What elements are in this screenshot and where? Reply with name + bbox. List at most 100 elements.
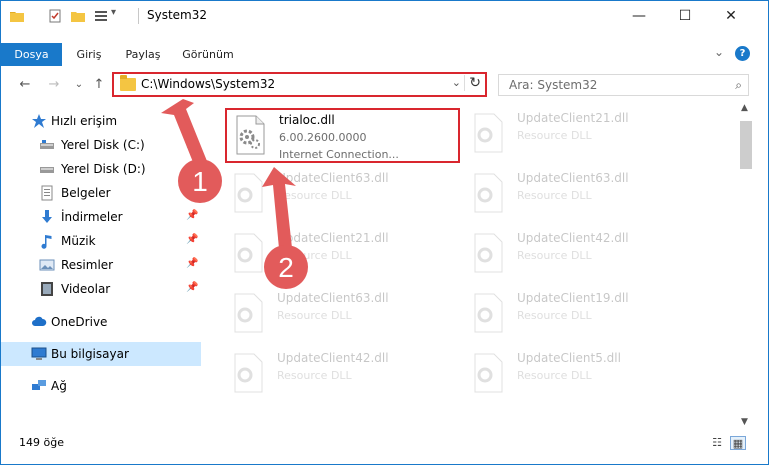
sidebar-item-label: Resimler	[61, 258, 114, 272]
large-icons-view-icon[interactable]: ▦	[730, 436, 746, 450]
refresh-button[interactable]: ↻	[464, 75, 481, 91]
file-type: Resource DLL	[517, 369, 592, 382]
search-input[interactable]: Ara: System32 ⌕	[498, 74, 749, 96]
sidebar-item-this-pc[interactable]: Bu bilgisayar	[1, 342, 201, 366]
scroll-up-icon[interactable]: ▲	[741, 103, 748, 113]
details-view-icon[interactable]: ☷	[709, 436, 725, 450]
pin-icon[interactable]: 📌	[186, 162, 198, 173]
sidebar-item-label: Videolar	[61, 282, 111, 296]
sidebar-item-label: Yerel Disk (C:)	[61, 138, 145, 152]
sidebar-item-local-disk-d[interactable]: Yerel Disk (D:) 📌	[1, 157, 201, 181]
tab-home[interactable]: Giriş	[67, 43, 111, 66]
dll-file-icon	[474, 233, 503, 273]
list-item[interactable]: UpdateClient42.dll Resource DLL	[465, 228, 700, 283]
list-item[interactable]: UpdateClient42.dll Resource DLL	[225, 348, 460, 403]
dll-file-icon	[474, 173, 503, 213]
recent-locations-button[interactable]: ⌄	[71, 77, 87, 93]
quick-access-dropdown-icon[interactable]: ▾	[111, 7, 116, 23]
dll-file-icon	[236, 115, 265, 155]
search-icon: ⌕	[735, 78, 742, 92]
address-bar[interactable]: C:\Windows\System32 ⌄ ↻	[112, 72, 487, 97]
drive-icon	[40, 140, 54, 149]
pin-icon[interactable]: 📌	[186, 210, 198, 221]
sidebar-item-videos[interactable]: Videolar 📌	[1, 277, 201, 301]
title-separator	[138, 8, 139, 24]
back-button[interactable]: ←	[17, 77, 33, 93]
sidebar-item-downloads[interactable]: İndirmeler 📌	[1, 205, 201, 229]
file-name: UpdateClient19.dll	[517, 291, 629, 305]
ribbon-expand-icon[interactable]: ⌄	[714, 45, 724, 59]
file-description: Internet Connection...	[279, 148, 399, 161]
up-button[interactable]: ↑	[91, 77, 107, 93]
search-placeholder: Ara: System32	[509, 78, 598, 92]
sidebar-item-music[interactable]: Müzik 📌	[1, 229, 201, 253]
dll-file-icon	[234, 293, 263, 333]
new-folder-icon[interactable]	[70, 8, 86, 24]
folder-icon	[10, 12, 24, 22]
list-item[interactable]: UpdateClient63.dll Resource DLL	[225, 288, 460, 343]
help-icon[interactable]: ?	[735, 46, 750, 61]
pin-icon[interactable]: 📌	[186, 138, 198, 149]
sidebar-item-label: Yerel Disk (D:)	[61, 162, 146, 176]
pin-icon[interactable]: 📌	[186, 234, 198, 245]
pin-icon[interactable]: 📌	[186, 282, 198, 293]
sidebar-item-pictures[interactable]: Resimler 📌	[1, 253, 201, 277]
tab-file[interactable]: Dosya	[1, 43, 62, 66]
sidebar-item-quick-access[interactable]: Hızlı erişim	[1, 109, 201, 133]
status-bar: 149 öğe ☷ ▦	[1, 431, 768, 464]
tab-view[interactable]: Görünüm	[177, 43, 239, 66]
documents-icon	[41, 185, 53, 201]
star-icon	[32, 114, 46, 128]
address-path[interactable]: C:\Windows\System32	[141, 77, 275, 91]
file-list: trialoc.dll 6.00.2600.0000 Internet Conn…	[211, 105, 741, 425]
tab-share[interactable]: Paylaş	[119, 43, 167, 66]
file-type: Resource DLL	[517, 309, 592, 322]
sidebar-item-label: Hızlı erişim	[51, 114, 118, 128]
folder-icon	[120, 75, 136, 91]
maximize-icon: ☐	[678, 8, 692, 24]
maximize-button[interactable]: ☐	[662, 1, 708, 31]
file-version: 6.00.2600.0000	[279, 131, 367, 144]
sidebar-item-label: Ağ	[51, 379, 67, 393]
dll-file-icon	[474, 293, 503, 333]
file-type: Resource DLL	[277, 309, 352, 322]
sidebar-item-network[interactable]: Ağ	[1, 374, 201, 398]
navigation-bar: ← → ⌄ ↑ C:\Windows\System32 ⌄ ↻ Ara: Sys…	[1, 69, 768, 101]
dll-file-icon	[474, 113, 503, 153]
sidebar-item-label: Bu bilgisayar	[51, 347, 129, 361]
dll-file-icon	[234, 233, 263, 273]
sidebar-item-local-disk-c[interactable]: Yerel Disk (C:) 📌	[1, 133, 201, 157]
item-count: 149 öğe	[19, 436, 64, 449]
file-name: UpdateClient63.dll	[277, 171, 389, 185]
list-item[interactable]: UpdateClient21.dll Resource DLL	[225, 228, 460, 283]
file-name: UpdateClient42.dll	[277, 351, 389, 365]
list-item[interactable]: UpdateClient63.dll Resource DLL	[225, 168, 460, 223]
file-name: UpdateClient21.dll	[277, 231, 389, 245]
list-item[interactable]: UpdateClient19.dll Resource DLL	[465, 288, 700, 343]
minimize-button[interactable]: —	[616, 1, 662, 31]
network-icon	[32, 380, 46, 390]
sidebar-item-onedrive[interactable]: OneDrive	[1, 310, 201, 334]
file-item-trialoc-dll[interactable]: trialoc.dll 6.00.2600.0000 Internet Conn…	[225, 108, 460, 163]
vertical-scrollbar[interactable]: ▲ ▼	[739, 101, 753, 431]
sidebar-item-documents[interactable]: Belgeler 📌	[1, 181, 201, 205]
file-name: UpdateClient21.dll	[517, 111, 629, 125]
list-item[interactable]: UpdateClient5.dll Resource DLL	[465, 348, 700, 403]
scrollbar-thumb[interactable]	[740, 121, 752, 169]
properties-icon[interactable]	[47, 8, 63, 24]
file-type: Resource DLL	[517, 249, 592, 262]
sidebar-item-label: Müzik	[61, 234, 96, 248]
view-icon[interactable]	[93, 8, 109, 24]
list-item[interactable]: UpdateClient63.dll Resource DLL	[465, 168, 700, 223]
pin-icon[interactable]: 📌	[186, 258, 198, 269]
list-item[interactable]: UpdateClient21.dll Resource DLL	[465, 108, 700, 163]
address-dropdown-icon[interactable]: ⌄	[452, 76, 461, 89]
close-button[interactable]: ✕	[708, 1, 754, 31]
pin-icon[interactable]: 📌	[186, 186, 198, 197]
forward-button[interactable]: →	[46, 77, 62, 93]
file-type: Resource DLL	[517, 129, 592, 142]
video-icon	[41, 282, 53, 296]
scroll-down-icon[interactable]: ▼	[741, 417, 748, 427]
file-type: Resource DLL	[277, 369, 352, 382]
drive-icon	[40, 167, 54, 173]
